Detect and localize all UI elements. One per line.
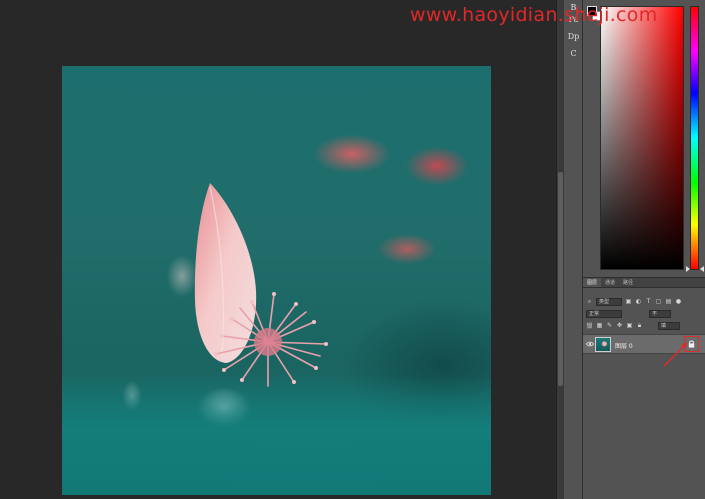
- blend-mode-select[interactable]: 正常: [586, 309, 622, 318]
- layer-filter-row: ⌕ 类型 ▣ ◐ T ▢ ▤ ●: [586, 297, 682, 306]
- document-workspace[interactable]: [0, 0, 556, 499]
- filter-toggle-icon[interactable]: ●: [675, 298, 682, 305]
- tab-layers[interactable]: 图层: [583, 278, 602, 287]
- layer-thumbnail[interactable]: [595, 337, 611, 352]
- canvas-image[interactable]: [62, 66, 491, 495]
- lock-artboard-icon[interactable]: ▣: [626, 322, 633, 329]
- lock-row-label: 锁: [586, 323, 593, 330]
- lotus-stamen: [214, 292, 328, 387]
- panel-toolstrip: B Pa Dp C: [564, 0, 583, 499]
- filter-kind-select[interactable]: 类型: [596, 297, 622, 306]
- adjustment-filter-icon[interactable]: ◐: [635, 298, 642, 305]
- hue-slider[interactable]: [690, 6, 699, 270]
- layer-name[interactable]: 图层 0: [615, 341, 633, 350]
- lock-all-icon[interactable]: 🔒︎: [636, 322, 643, 329]
- vertical-scrollbar[interactable]: [556, 0, 564, 499]
- hue-slider-arrow-left[interactable]: [686, 266, 690, 272]
- hue-slider-arrow-right[interactable]: [700, 266, 704, 272]
- blend-mode-row: 正常 不: [586, 309, 671, 318]
- tab-paths[interactable]: 路径: [619, 278, 637, 287]
- lock-row: 锁 ▦ ✎ ✥ ▣ 🔒︎ 填: [586, 321, 680, 330]
- pixel-filter-icon[interactable]: ▣: [625, 298, 632, 305]
- scrollbar-thumb[interactable]: [558, 172, 563, 386]
- color-picker-field[interactable]: [600, 6, 684, 270]
- layers-panel: 图层 通道 路径 ⌕ 类型 ▣ ◐ T ▢ ▤ ● 正常 不 锁 ▦ ✎ ✥ ▣…: [583, 277, 705, 499]
- layers-panel-tabs: 图层 通道 路径: [583, 278, 705, 288]
- watermark-text: www.haoyidian.sheji.com: [410, 4, 658, 26]
- opacity-field[interactable]: 不: [649, 309, 671, 318]
- right-panel: 图层 通道 路径 ⌕ 类型 ▣ ◐ T ▢ ▤ ● 正常 不 锁 ▦ ✎ ✥ ▣…: [583, 0, 705, 499]
- eye-icon[interactable]: [586, 341, 594, 347]
- character-icon[interactable]: C: [566, 47, 581, 60]
- search-icon: ⌕: [587, 297, 592, 305]
- tab-channels[interactable]: 通道: [601, 278, 619, 287]
- lock-pixels-icon[interactable]: ✎: [606, 322, 613, 329]
- smart-object-filter-icon[interactable]: ▤: [665, 298, 672, 305]
- fill-field[interactable]: 填: [658, 321, 680, 330]
- annotation-arrow: [663, 342, 688, 367]
- shape-filter-icon[interactable]: ▢: [655, 298, 662, 305]
- device-preview-icon[interactable]: Dp: [566, 30, 581, 43]
- lock-transparent-icon[interactable]: ▦: [596, 322, 603, 329]
- lock-position-icon[interactable]: ✥: [616, 322, 623, 329]
- type-filter-icon[interactable]: T: [645, 298, 652, 305]
